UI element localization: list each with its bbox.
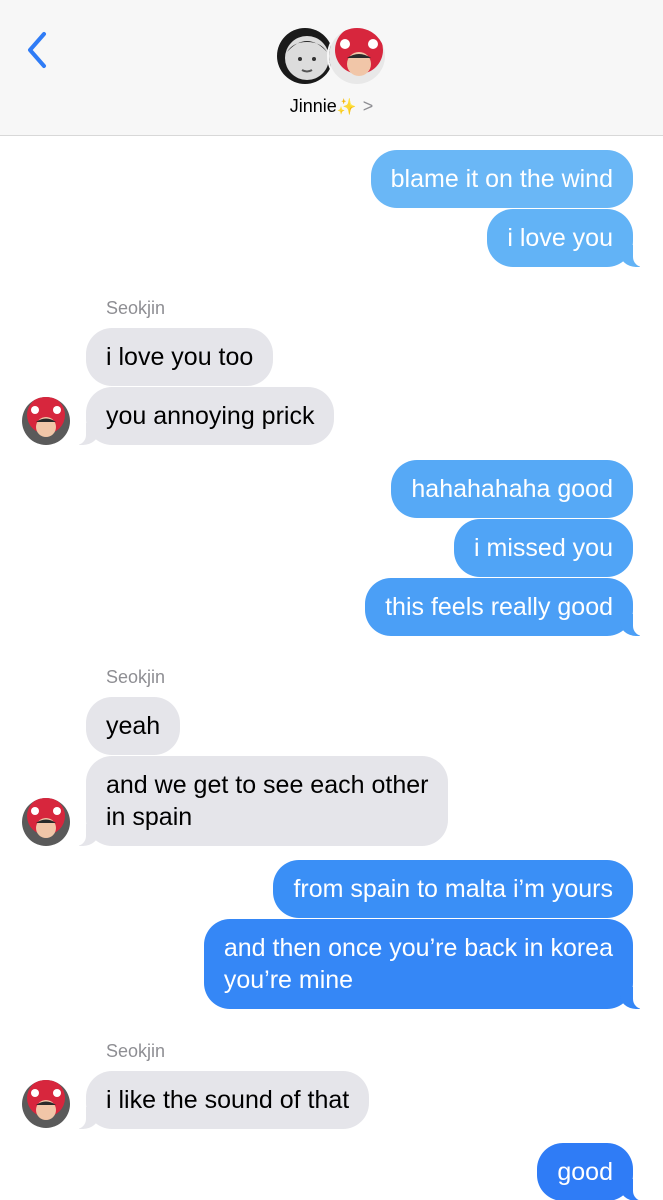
sender-avatar[interactable] <box>22 798 70 846</box>
sender-avatar[interactable] <box>22 397 70 445</box>
sent-message[interactable]: and then once you’re back in korea you’r… <box>203 919 648 1009</box>
chevron-right-icon: > <box>362 96 374 116</box>
chevron-left-icon <box>28 32 46 68</box>
contact-name: Jinnie <box>289 96 337 116</box>
sender-label: Seokjin <box>106 667 166 687</box>
message-line: and then once you’re back in korea <box>223 934 613 962</box>
sent-message[interactable]: from spain to malta i’m yours <box>273 860 633 918</box>
sent-message[interactable]: blame it on the wind <box>370 150 633 208</box>
sent-message[interactable]: this feels really good <box>365 578 647 636</box>
message-line: in spain <box>106 803 193 831</box>
contact-name-button[interactable]: Jinnie✨ > <box>0 96 663 117</box>
received-message[interactable]: i like the sound of that <box>71 1071 370 1129</box>
received-message[interactable]: and we get to see each other in spain <box>71 756 449 846</box>
received-message[interactable]: i love you too <box>86 328 274 386</box>
group-avatars[interactable] <box>275 26 390 90</box>
sent-message[interactable]: i love you <box>487 209 647 267</box>
sent-message[interactable]: hahahahaha good <box>391 460 633 518</box>
sender-label: Seokjin <box>106 1041 166 1061</box>
sent-message[interactable]: i missed you <box>454 519 633 577</box>
message-line: and we get to see each other <box>106 771 429 799</box>
received-message[interactable]: yeah <box>86 697 181 755</box>
sender-label: Seokjin <box>106 298 166 318</box>
avatar <box>327 26 387 86</box>
sender-avatar[interactable] <box>22 1080 70 1128</box>
conversation-header: Jinnie✨ > <box>0 0 663 136</box>
received-message[interactable]: you annoying prick <box>71 387 335 445</box>
sparkle-emoji: ✨ <box>336 99 357 116</box>
avatar <box>275 26 335 86</box>
sent-message[interactable]: good <box>537 1143 647 1200</box>
back-button[interactable] <box>22 30 52 70</box>
message-line: you’re mine <box>223 966 354 994</box>
